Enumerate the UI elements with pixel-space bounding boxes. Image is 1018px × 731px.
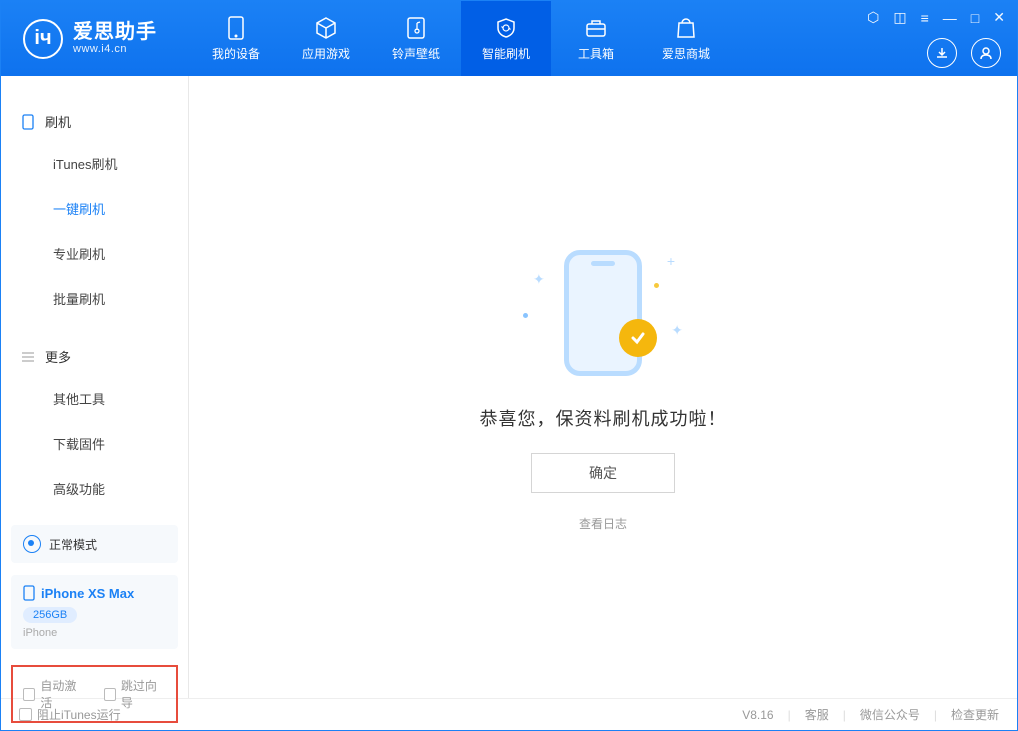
sidebar: 刷机 iTunes刷机 一键刷机 专业刷机 批量刷机 更多 其他工具 下载固件 … xyxy=(1,76,189,698)
dot-icon xyxy=(654,283,659,288)
sidebar-section-flash[interactable]: 刷机 xyxy=(1,102,188,141)
app-name: 爱思助手 xyxy=(73,22,157,43)
nav-my-device[interactable]: 我的设备 xyxy=(191,1,281,76)
nav-label: 我的设备 xyxy=(212,45,260,62)
sidebar-item-other-tools[interactable]: 其他工具 xyxy=(1,376,188,421)
phone-icon xyxy=(23,585,35,601)
device-card[interactable]: iPhone XS Max 256GB iPhone xyxy=(11,575,178,649)
sidebar-section-more[interactable]: 更多 xyxy=(1,337,188,376)
nav-store[interactable]: 爱思商城 xyxy=(641,1,731,76)
list-icon xyxy=(21,350,35,364)
cube-icon xyxy=(314,15,338,41)
success-message: 恭喜您，保资料刷机成功啦！ xyxy=(480,405,727,431)
update-link[interactable]: 检查更新 xyxy=(951,706,999,723)
device-storage: 256GB xyxy=(23,607,77,623)
sidebar-item-itunes-flash[interactable]: iTunes刷机 xyxy=(1,141,188,186)
sidebar-item-advanced[interactable]: 高级功能 xyxy=(1,466,188,511)
header-bar: iч 爱思助手 www.i4.cn 我的设备 应用游戏 铃声壁纸 智能刷机 工具… xyxy=(1,1,1017,76)
close-button[interactable]: ✕ xyxy=(993,9,1005,26)
lock-icon[interactable]: ◫ xyxy=(893,9,906,26)
music-note-icon xyxy=(405,15,427,41)
sparkle-icon: ✦ xyxy=(671,322,683,339)
version-label: V8.16 xyxy=(742,708,773,722)
device-name: iPhone XS Max xyxy=(41,586,134,601)
nav-label: 应用游戏 xyxy=(302,45,350,62)
section-title: 更多 xyxy=(45,347,71,366)
nav-label: 工具箱 xyxy=(578,45,614,62)
window-controls: ⬡ ◫ ≡ — □ ✕ xyxy=(867,9,1005,26)
mode-icon xyxy=(23,535,41,553)
nav-apps-games[interactable]: 应用游戏 xyxy=(281,1,371,76)
wechat-link[interactable]: 微信公众号 xyxy=(860,706,920,723)
nav-ringtone-wallpaper[interactable]: 铃声壁纸 xyxy=(371,1,461,76)
tshirt-icon[interactable]: ⬡ xyxy=(867,9,879,26)
view-log-link[interactable]: 查看日志 xyxy=(579,515,627,532)
device-icon xyxy=(21,115,35,129)
bag-icon xyxy=(675,15,697,41)
sidebar-item-download-fw[interactable]: 下载固件 xyxy=(1,421,188,466)
minimize-button[interactable]: — xyxy=(943,10,957,26)
header-user-area xyxy=(927,38,1001,68)
menu-icon[interactable]: ≡ xyxy=(921,10,929,26)
mode-label: 正常模式 xyxy=(49,536,97,553)
ok-button[interactable]: 确定 xyxy=(531,453,675,493)
download-button[interactable] xyxy=(927,38,957,68)
sidebar-item-batch-flash[interactable]: 批量刷机 xyxy=(1,276,188,321)
chk-label: 阻止iTunes运行 xyxy=(37,706,121,723)
nav-label: 爱思商城 xyxy=(662,45,710,62)
phone-icon xyxy=(227,15,245,41)
nav-label: 智能刷机 xyxy=(482,45,530,62)
sidebar-item-pro-flash[interactable]: 专业刷机 xyxy=(1,231,188,276)
refresh-shield-icon xyxy=(494,15,518,41)
app-logo: iч 爱思助手 www.i4.cn xyxy=(1,1,191,76)
nav-label: 铃声壁纸 xyxy=(392,45,440,62)
section-title: 刷机 xyxy=(45,112,71,131)
maximize-button[interactable]: □ xyxy=(971,10,979,26)
nav-smart-flash[interactable]: 智能刷机 xyxy=(461,1,551,76)
sparkle-icon: + xyxy=(667,253,675,269)
mode-card[interactable]: 正常模式 xyxy=(11,525,178,563)
app-url: www.i4.cn xyxy=(73,43,157,55)
main-content: ✦ + ✦ 恭喜您，保资料刷机成功啦！ 确定 查看日志 xyxy=(189,76,1017,698)
sidebar-item-oneclick-flash[interactable]: 一键刷机 xyxy=(1,186,188,231)
phone-outline-icon xyxy=(564,250,642,376)
top-nav: 我的设备 应用游戏 铃声壁纸 智能刷机 工具箱 爱思商城 xyxy=(191,1,731,76)
dot-icon xyxy=(523,313,528,318)
checkbox-block-itunes[interactable]: 阻止iTunes运行 xyxy=(19,706,121,723)
success-check-icon xyxy=(619,319,657,357)
user-button[interactable] xyxy=(971,38,1001,68)
logo-icon: iч xyxy=(23,19,63,59)
device-type: iPhone xyxy=(23,627,166,639)
support-link[interactable]: 客服 xyxy=(805,706,829,723)
chk-label: 跳过向导 xyxy=(121,677,166,711)
toolbox-icon xyxy=(584,15,608,41)
nav-toolbox[interactable]: 工具箱 xyxy=(551,1,641,76)
success-illustration: ✦ + ✦ xyxy=(523,243,683,383)
sparkle-icon: ✦ xyxy=(533,271,545,288)
